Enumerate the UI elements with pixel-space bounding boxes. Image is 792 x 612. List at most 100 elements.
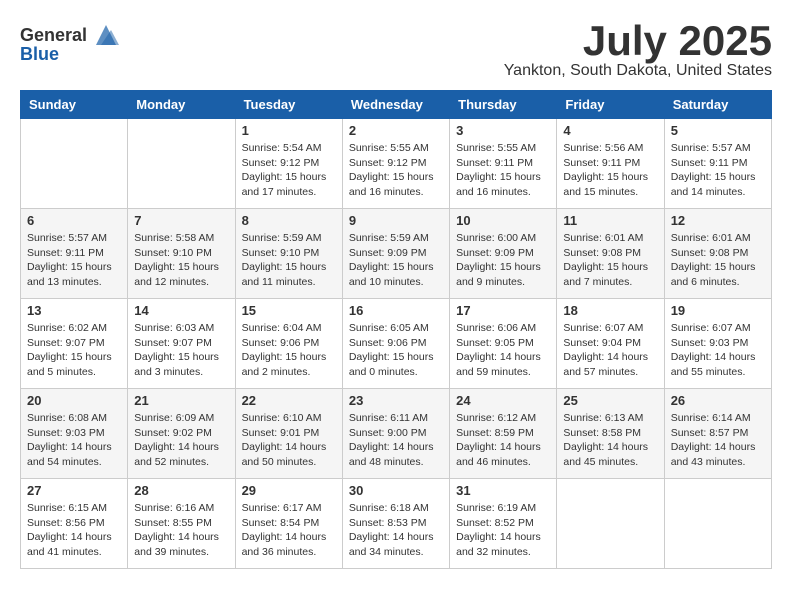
day-info: Sunrise: 5:59 AMSunset: 9:09 PMDaylight:…	[349, 231, 443, 290]
day-number: 14	[134, 303, 228, 318]
day-info: Sunrise: 5:57 AMSunset: 9:11 PMDaylight:…	[671, 141, 765, 200]
day-info: Sunrise: 6:17 AMSunset: 8:54 PMDaylight:…	[242, 501, 336, 560]
calendar-day-cell: 7Sunrise: 5:58 AMSunset: 9:10 PMDaylight…	[128, 209, 235, 299]
calendar-day-cell: 18Sunrise: 6:07 AMSunset: 9:04 PMDayligh…	[557, 299, 664, 389]
calendar-day-header: Thursday	[450, 91, 557, 119]
day-number: 20	[27, 393, 121, 408]
day-info: Sunrise: 6:03 AMSunset: 9:07 PMDaylight:…	[134, 321, 228, 380]
calendar-day-cell: 21 Sunrise: 6:09 AMSunset: 9:02 PMDayligh…	[128, 389, 235, 479]
calendar-day-header: Sunday	[21, 91, 128, 119]
day-number: 1	[242, 123, 336, 138]
calendar-day-cell: 9 Sunrise: 5:59 AMSunset: 9:09 PMDaylight…	[342, 209, 449, 299]
calendar-day-cell: 25 Sunrise: 6:13 AMSunset: 8:58 PMDayligh…	[557, 389, 664, 479]
calendar-day-cell: 5 Sunrise: 5:57 AMSunset: 9:11 PMDaylight…	[664, 119, 771, 209]
day-number: 24	[456, 393, 550, 408]
day-info: Sunrise: 6:14 AMSunset: 8:57 PMDaylight:…	[671, 411, 765, 470]
calendar-day-cell: 24 Sunrise: 6:12 AMSunset: 8:59 PMDayligh…	[450, 389, 557, 479]
day-info: Sunrise: 6:06 AMSunset: 9:05 PMDaylight:…	[456, 321, 550, 380]
logo-blue: Blue	[20, 44, 59, 65]
day-number: 18	[563, 303, 657, 318]
day-info: Sunrise: 6:00 AMSunset: 9:09 PMDaylight:…	[456, 231, 550, 290]
day-info: Sunrise: 6:18 AMSunset: 8:53 PMDaylight:…	[349, 501, 443, 560]
day-number: 11	[563, 213, 657, 228]
day-number: 12	[671, 213, 765, 228]
day-number: 28	[134, 483, 228, 498]
calendar-day-header: Tuesday	[235, 91, 342, 119]
calendar-week-row: 20 Sunrise: 6:08 AMSunset: 9:03 PMDayligh…	[21, 389, 772, 479]
day-number: 26	[671, 393, 765, 408]
calendar-day-header: Saturday	[664, 91, 771, 119]
day-number: 27	[27, 483, 121, 498]
day-info: Sunrise: 5:55 AMSunset: 9:12 PMDaylight:…	[349, 141, 443, 200]
calendar-day-cell: 16 Sunrise: 6:05 AMSunset: 9:06 PMDayligh…	[342, 299, 449, 389]
day-number: 3	[456, 123, 550, 138]
calendar-day-cell	[128, 119, 235, 209]
day-number: 4	[563, 123, 657, 138]
calendar-day-cell: 8 Sunrise: 5:59 AMSunset: 9:10 PMDaylight…	[235, 209, 342, 299]
day-number: 19	[671, 303, 765, 318]
day-info: Sunrise: 6:16 AMSunset: 8:55 PMDaylight:…	[134, 501, 228, 560]
day-info: Sunrise: 6:07 AMSunset: 9:03 PMDaylight:…	[671, 321, 765, 380]
calendar-day-cell: 17 Sunrise: 6:06 AMSunset: 9:05 PMDayligh…	[450, 299, 557, 389]
day-number: 9	[349, 213, 443, 228]
day-number: 22	[242, 393, 336, 408]
day-number: 5	[671, 123, 765, 138]
day-info: Sunrise: 6:12 AMSunset: 8:59 PMDaylight:…	[456, 411, 550, 470]
day-info: Sunrise: 6:13 AMSunset: 8:58 PMDaylight:…	[563, 411, 657, 470]
calendar-week-row: 27 Sunrise: 6:15 AMSunset: 8:56 PMDayligh…	[21, 479, 772, 569]
day-number: 29	[242, 483, 336, 498]
day-number: 30	[349, 483, 443, 498]
day-info: Sunrise: 6:10 AMSunset: 9:01 PMDaylight:…	[242, 411, 336, 470]
day-number: 7	[134, 213, 228, 228]
day-number: 21	[134, 393, 228, 408]
day-info: Sunrise: 5:57 AMSunset: 9:11 PMDaylight:…	[27, 231, 121, 290]
calendar-week-row: 6Sunrise: 5:57 AMSunset: 9:11 PMDaylight…	[21, 209, 772, 299]
calendar-day-cell: 23Sunrise: 6:11 AMSunset: 9:00 PMDayligh…	[342, 389, 449, 479]
calendar-day-cell: 31Sunrise: 6:19 AMSunset: 8:52 PMDayligh…	[450, 479, 557, 569]
day-info: Sunrise: 6:01 AMSunset: 9:08 PMDaylight:…	[671, 231, 765, 290]
day-info: Sunrise: 5:59 AMSunset: 9:10 PMDaylight:…	[242, 231, 336, 290]
day-number: 16	[349, 303, 443, 318]
logo-general: General	[20, 25, 87, 46]
day-number: 31	[456, 483, 550, 498]
day-number: 23	[349, 393, 443, 408]
calendar-day-cell: 1 Sunrise: 5:54 AMSunset: 9:12 PMDaylight…	[235, 119, 342, 209]
calendar-day-cell: 29 Sunrise: 6:17 AMSunset: 8:54 PMDayligh…	[235, 479, 342, 569]
logo-icon	[91, 20, 121, 50]
calendar-header-row: SundayMondayTuesdayWednesdayThursdayFrid…	[21, 91, 772, 119]
day-info: Sunrise: 6:01 AMSunset: 9:08 PMDaylight:…	[563, 231, 657, 290]
day-info: Sunrise: 6:09 AMSunset: 9:02 PMDaylight:…	[134, 411, 228, 470]
calendar-day-cell: 30 Sunrise: 6:18 AMSunset: 8:53 PMDayligh…	[342, 479, 449, 569]
calendar-week-row: 1 Sunrise: 5:54 AMSunset: 9:12 PMDaylight…	[21, 119, 772, 209]
day-number: 25	[563, 393, 657, 408]
calendar-day-cell: 6Sunrise: 5:57 AMSunset: 9:11 PMDaylight…	[21, 209, 128, 299]
calendar-day-cell: 27 Sunrise: 6:15 AMSunset: 8:56 PMDayligh…	[21, 479, 128, 569]
day-info: Sunrise: 6:08 AMSunset: 9:03 PMDaylight:…	[27, 411, 121, 470]
day-number: 8	[242, 213, 336, 228]
calendar-day-cell: 20 Sunrise: 6:08 AMSunset: 9:03 PMDayligh…	[21, 389, 128, 479]
calendar-day-cell: 19 Sunrise: 6:07 AMSunset: 9:03 PMDayligh…	[664, 299, 771, 389]
calendar-day-cell: 22 Sunrise: 6:10 AMSunset: 9:01 PMDayligh…	[235, 389, 342, 479]
calendar-day-cell: 2 Sunrise: 5:55 AMSunset: 9:12 PMDaylight…	[342, 119, 449, 209]
day-number: 13	[27, 303, 121, 318]
day-number: 17	[456, 303, 550, 318]
calendar-day-cell: 14 Sunrise: 6:03 AMSunset: 9:07 PMDayligh…	[128, 299, 235, 389]
calendar-day-cell: 4 Sunrise: 5:56 AMSunset: 9:11 PMDaylight…	[557, 119, 664, 209]
page-header: General Blue July 2025 Yankton, South Da…	[20, 20, 772, 80]
calendar-day-header: Wednesday	[342, 91, 449, 119]
calendar-day-cell: 26 Sunrise: 6:14 AMSunset: 8:57 PMDayligh…	[664, 389, 771, 479]
calendar-day-cell: 28 Sunrise: 6:16 AMSunset: 8:55 PMDayligh…	[128, 479, 235, 569]
day-info: Sunrise: 6:02 AMSunset: 9:07 PMDaylight:…	[27, 321, 121, 380]
day-info: Sunrise: 5:56 AMSunset: 9:11 PMDaylight:…	[563, 141, 657, 200]
calendar-day-cell	[664, 479, 771, 569]
day-info: Sunrise: 6:15 AMSunset: 8:56 PMDaylight:…	[27, 501, 121, 560]
day-info: Sunrise: 6:05 AMSunset: 9:06 PMDaylight:…	[349, 321, 443, 380]
day-info: Sunrise: 5:54 AMSunset: 9:12 PMDaylight:…	[242, 141, 336, 200]
calendar-day-cell: 3Sunrise: 5:55 AMSunset: 9:11 PMDaylight…	[450, 119, 557, 209]
title-section: July 2025 Yankton, South Dakota, United …	[504, 20, 772, 80]
day-number: 2	[349, 123, 443, 138]
calendar-day-cell: 12 Sunrise: 6:01 AMSunset: 9:08 PMDayligh…	[664, 209, 771, 299]
calendar-day-header: Friday	[557, 91, 664, 119]
day-info: Sunrise: 6:04 AMSunset: 9:06 PMDaylight:…	[242, 321, 336, 380]
calendar-day-cell: 11 Sunrise: 6:01 AMSunset: 9:08 PMDayligh…	[557, 209, 664, 299]
